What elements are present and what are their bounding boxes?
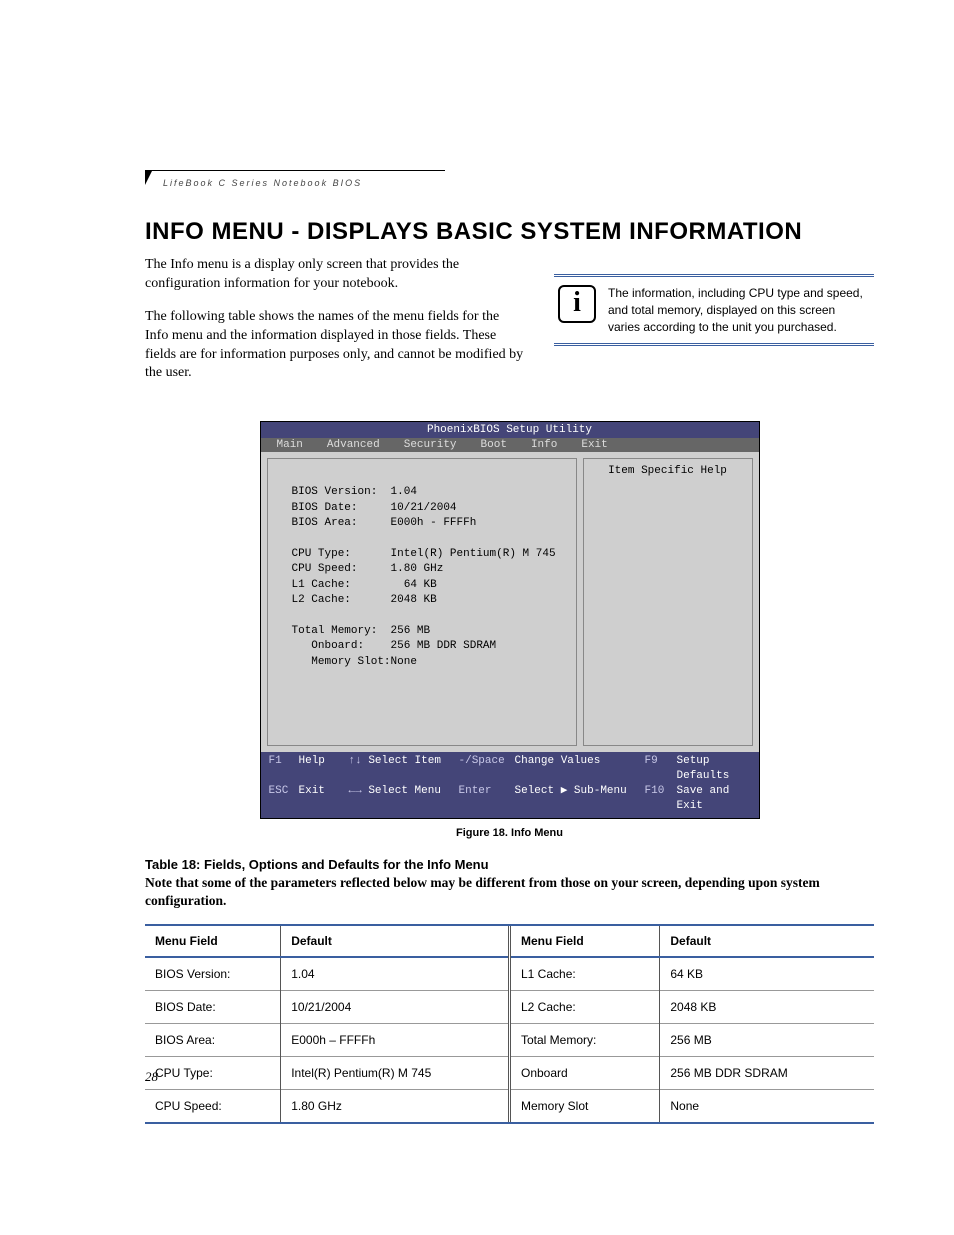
cell-menu-field: L2 Cache: (511, 991, 660, 1024)
bios-action-select-menu: Select Menu (368, 785, 441, 797)
cell-default: 256 MB (660, 1024, 874, 1057)
col-menu-field: Menu Field (145, 926, 281, 957)
figure-caption: Figure 18. Info Menu (145, 827, 874, 839)
bios-menu-boot: Boot (473, 439, 523, 451)
bios-action-exit: Exit (299, 784, 349, 814)
table-row: BIOS Area:E000h – FFFFh (145, 1024, 508, 1057)
cell-default: 10/21/2004 (281, 991, 508, 1024)
intro-paragraph-2: The following table shows the names of t… (145, 308, 524, 384)
cell-menu-field: BIOS Date: (145, 991, 281, 1024)
table-row: BIOS Date:10/21/2004 (145, 991, 508, 1024)
bios-menu-info: Info (523, 439, 573, 451)
cell-default: E000h – FFFFh (281, 1024, 508, 1057)
table-row: L2 Cache:2048 KB (511, 991, 874, 1024)
section-title: INFO MENU - DISPLAYS BASIC SYSTEM INFORM… (145, 218, 874, 246)
cell-menu-field: BIOS Version: (145, 957, 281, 991)
bios-menu-main: Main (269, 439, 319, 451)
table-row: L1 Cache:64 KB (511, 957, 874, 991)
intro-paragraph-1: The Info menu is a display only screen t… (145, 256, 524, 294)
fields-table-right: Menu Field Default L1 Cache:64 KBL2 Cach… (511, 926, 874, 1122)
cell-menu-field: CPU Type: (145, 1057, 281, 1090)
cell-menu-field: Total Memory: (511, 1024, 660, 1057)
col-menu-field: Menu Field (511, 926, 660, 957)
table-row: Memory SlotNone (511, 1090, 874, 1123)
header-tab-icon (145, 171, 152, 185)
cell-default: 1.80 GHz (281, 1090, 508, 1123)
bios-screenshot: PhoenixBIOS Setup Utility Main Advanced … (260, 421, 760, 818)
bios-menu-advanced: Advanced (319, 439, 396, 451)
bios-key-f1: F1 (269, 754, 299, 784)
cell-default: 2048 KB (660, 991, 874, 1024)
info-note: i The information, including CPU type an… (554, 274, 874, 346)
page-number: 28 (145, 1069, 158, 1085)
bios-key-leftright: ←→ (349, 785, 362, 797)
bios-key-enter: Enter (459, 784, 515, 814)
table-row: BIOS Version:1.04 (145, 957, 508, 991)
bios-key-space: -/Space (459, 754, 515, 784)
cell-menu-field: L1 Cache: (511, 957, 660, 991)
info-note-text: The information, including CPU type and … (608, 285, 870, 335)
cell-default: 1.04 (281, 957, 508, 991)
bios-menu-bar: Main Advanced Security Boot Info Exit (261, 438, 759, 452)
bios-help-panel: Item Specific Help (583, 458, 753, 746)
table-row: CPU Type:Intel(R) Pentium(R) M 745 (145, 1057, 508, 1090)
bios-key-f10: F10 (645, 784, 677, 814)
bios-main-panel: BIOS Version: 1.04 BIOS Date: 10/21/2004… (267, 458, 577, 746)
table-row: CPU Speed:1.80 GHz (145, 1090, 508, 1123)
col-default: Default (660, 926, 874, 957)
table-row: Onboard256 MB DDR SDRAM (511, 1057, 874, 1090)
cell-default: 256 MB DDR SDRAM (660, 1057, 874, 1090)
bios-title: PhoenixBIOS Setup Utility (261, 422, 759, 438)
table-note: Note that some of the parameters reflect… (145, 874, 874, 910)
running-head: LifeBook C Series Notebook BIOS (163, 178, 362, 188)
table-row: Total Memory:256 MB (511, 1024, 874, 1057)
bios-action-submenu: Select ▶ Sub-Menu (515, 784, 645, 814)
info-icon: i (558, 285, 596, 323)
fields-table-left: Menu Field Default BIOS Version:1.04BIOS… (145, 926, 508, 1122)
cell-menu-field: CPU Speed: (145, 1090, 281, 1123)
bios-action-help: Help (299, 754, 349, 784)
fields-table: Menu Field Default BIOS Version:1.04BIOS… (145, 924, 874, 1124)
bios-key-esc: ESC (269, 784, 299, 814)
bios-footer: F1 Help ↑↓ Select Item -/Space Change Va… (261, 752, 759, 817)
table-title: Table 18: Fields, Options and Defaults f… (145, 857, 874, 872)
bios-action-change: Change Values (515, 754, 645, 784)
cell-default: None (660, 1090, 874, 1123)
cell-menu-field: Onboard (511, 1057, 660, 1090)
cell-default: 64 KB (660, 957, 874, 991)
cell-menu-field: BIOS Area: (145, 1024, 281, 1057)
bios-menu-security: Security (396, 439, 473, 451)
bios-action-select-item: Select Item (368, 755, 441, 767)
bios-menu-exit: Exit (573, 439, 623, 451)
bios-action-defaults: Setup Defaults (677, 754, 751, 784)
cell-default: Intel(R) Pentium(R) M 745 (281, 1057, 508, 1090)
bios-action-save: Save and Exit (677, 784, 751, 814)
cell-menu-field: Memory Slot (511, 1090, 660, 1123)
col-default: Default (281, 926, 508, 957)
bios-key-updown: ↑↓ (349, 755, 362, 767)
bios-key-f9: F9 (645, 754, 677, 784)
